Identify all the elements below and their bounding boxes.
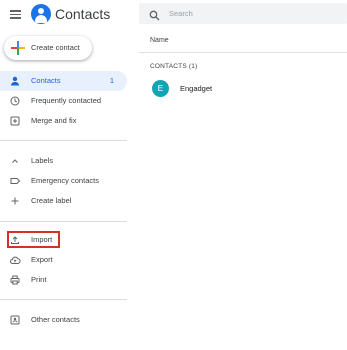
sidebar-item-label: Emergency contacts [31,176,99,185]
sidebar-divider [0,140,127,141]
other-contacts-icon [9,314,21,326]
label-icon [9,175,21,187]
table-row[interactable]: E Engadget [139,78,347,100]
sidebar-item-label: Frequently contacted [31,96,102,105]
sidebar-item-emergency-contacts[interactable]: Emergency contacts [0,171,127,191]
sidebar-item-label: Other contacts [31,315,80,324]
sidebar-item-other-contacts[interactable]: Other contacts [0,310,127,330]
merge-icon [9,115,21,127]
import-highlight-box [7,231,60,248]
main-menu-icon[interactable] [10,7,24,21]
sidebar-divider [0,299,127,300]
sidebar-item-label: Print [31,275,47,284]
contact-name: Engadget [180,84,213,93]
app-title: Contacts [55,6,111,22]
create-contact-label: Create contact [31,43,80,52]
printer-icon [9,274,21,286]
name-column-header[interactable]: Name [150,37,169,44]
contacts-section-label: CONTACTS (1) [150,63,198,70]
labels-toggle[interactable]: Labels [0,151,127,171]
person-icon [9,75,21,87]
sidebar-item-label: Contacts [31,76,61,85]
sidebar: Contacts Create contact Contacts 1 Frequ… [0,0,127,350]
sidebar-item-frequently-contacted[interactable]: Frequently contacted [0,91,127,111]
contacts-count-badge: 1 [109,76,114,85]
sidebar-item-export[interactable]: Export [0,250,127,270]
create-contact-button[interactable]: Create contact [4,36,92,60]
sidebar-item-label: Merge and fix [31,116,77,125]
chevron-up-icon [9,155,21,167]
sidebar-item-merge-and-fix[interactable]: Merge and fix [0,111,127,131]
sidebar-divider [0,221,127,222]
labels-heading: Labels [31,156,54,165]
header-divider [139,52,347,53]
sidebar-item-label: Create label [31,196,72,205]
search-icon[interactable] [149,8,160,21]
sidebar-item-contacts[interactable]: Contacts 1 [0,71,127,91]
avatar: E [152,80,169,97]
sidebar-item-label: Export [31,255,53,264]
contacts-logo-icon [31,4,51,24]
main-content: Name CONTACTS (1) E Engadget [139,0,347,350]
search-input[interactable] [169,7,339,20]
colored-plus-icon [11,41,25,55]
plus-icon [9,195,21,207]
create-label-button[interactable]: Create label [0,191,127,211]
cloud-icon [9,254,21,266]
sidebar-item-print[interactable]: Print [0,270,127,290]
history-icon [9,95,21,107]
search-bar[interactable] [139,3,347,24]
